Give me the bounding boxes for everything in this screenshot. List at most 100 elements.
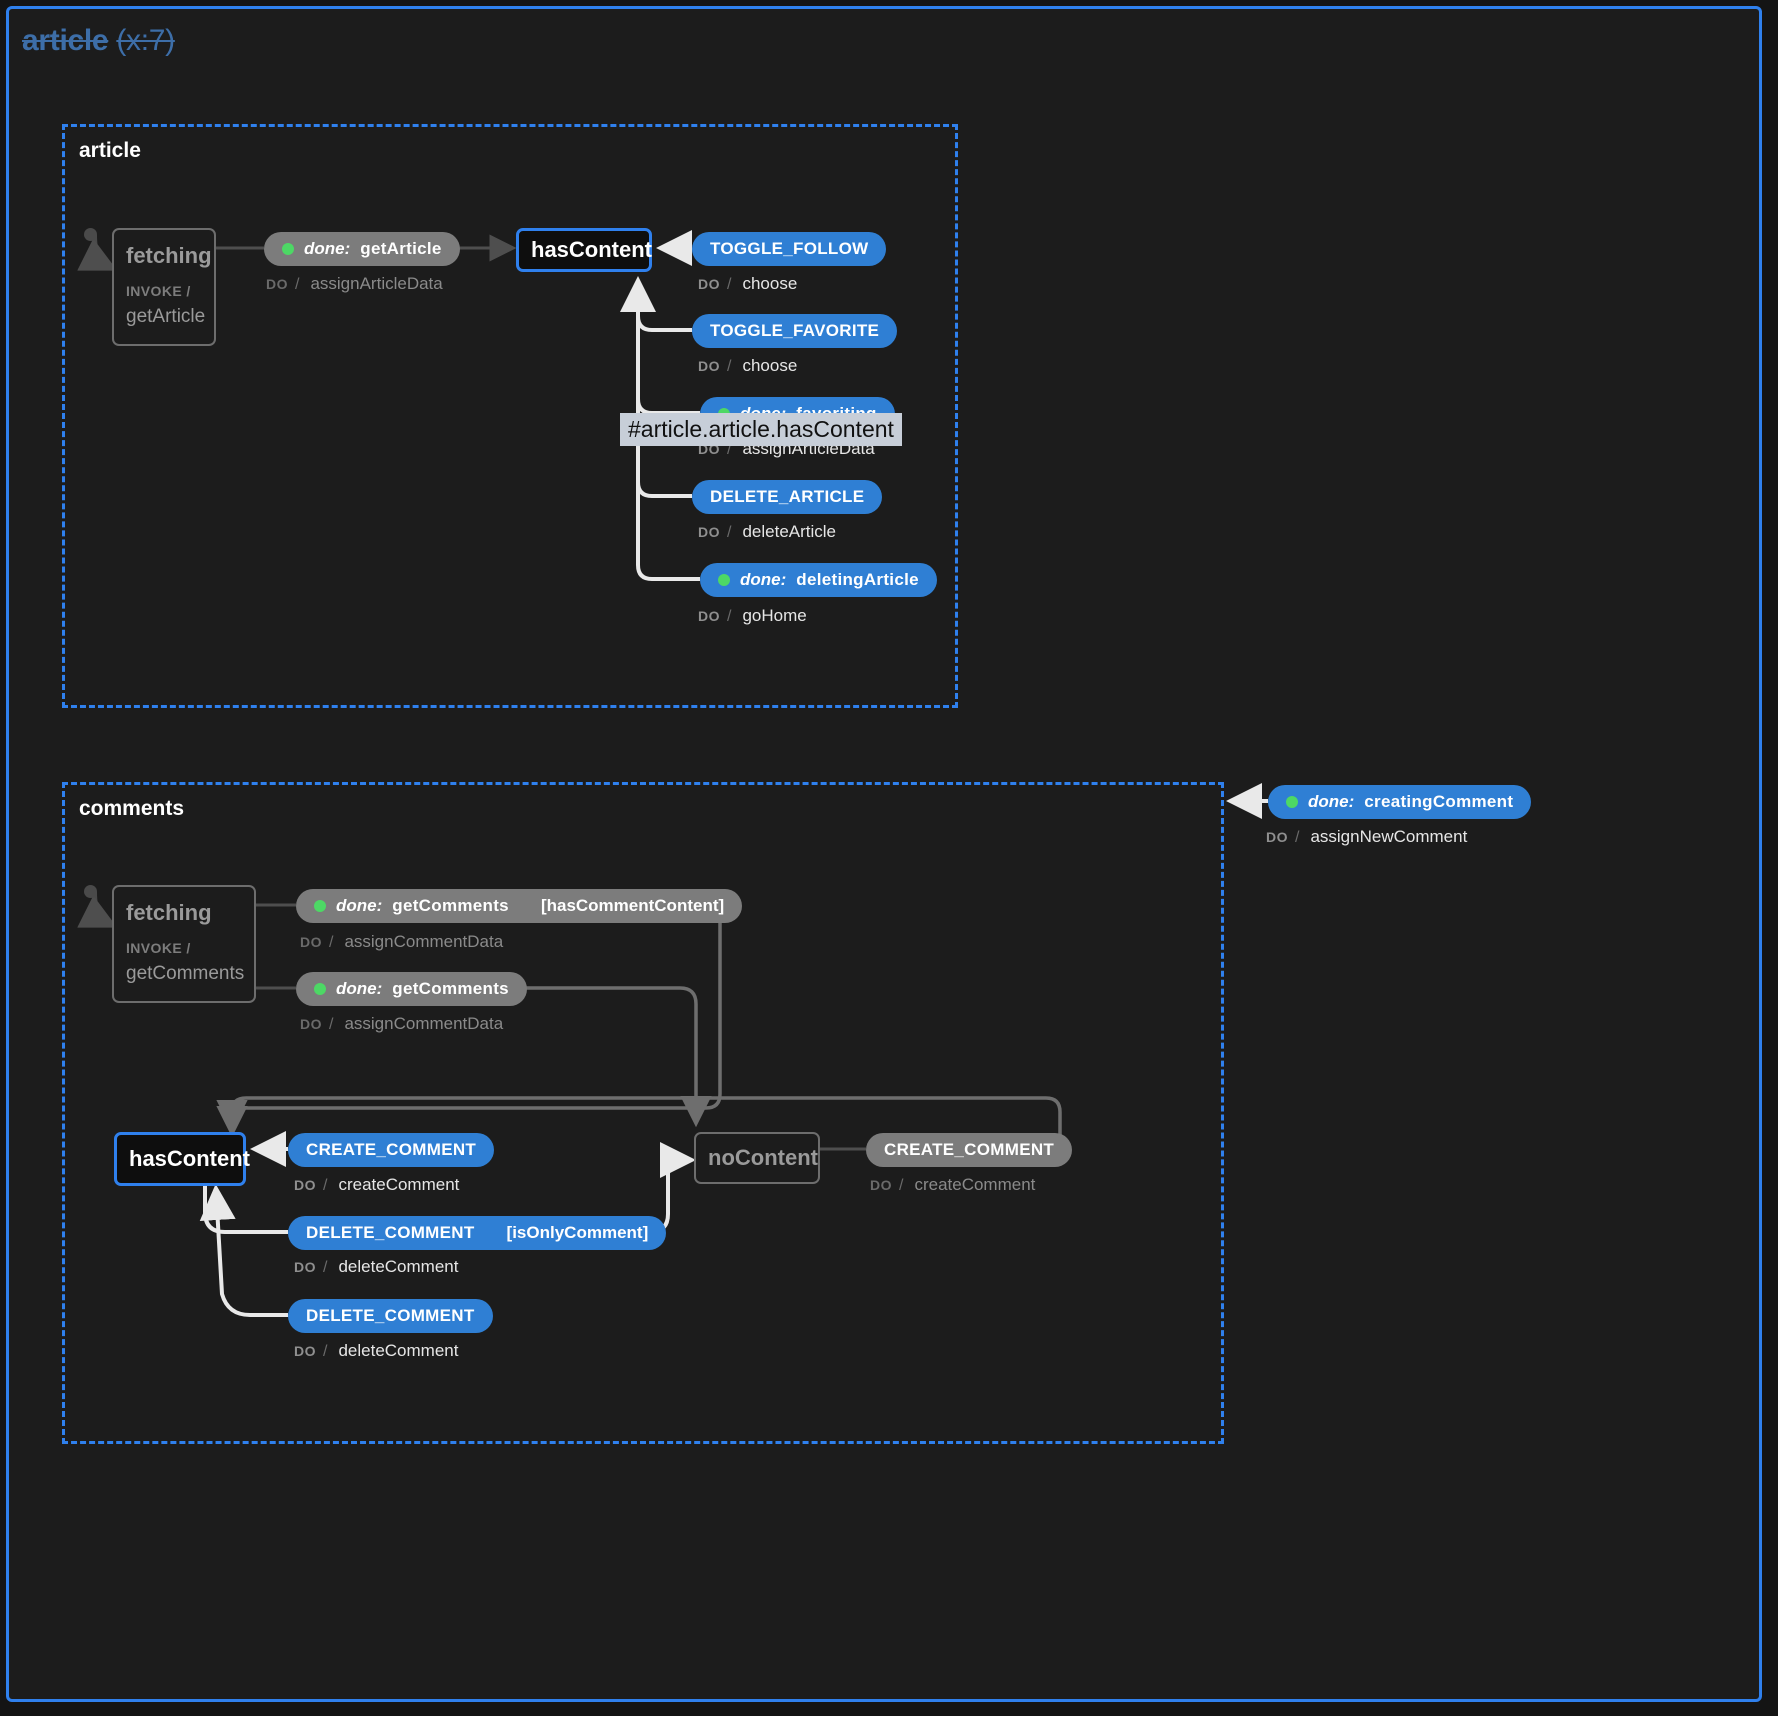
action-slash: / (1295, 829, 1300, 846)
state-id-tooltip: #article.article.hasContent (620, 413, 902, 446)
do-keyword: DO (698, 358, 720, 374)
event-label: getComments (392, 896, 509, 915)
done-keyword: done: (1308, 792, 1355, 811)
state-node-article-hascontent[interactable]: hasContent (516, 228, 652, 272)
event-done-getcomments[interactable]: done: getComments (296, 972, 527, 1006)
state-name: fetching (126, 899, 212, 925)
action-name: deleteComment (338, 1341, 459, 1360)
action-slash: / (323, 1177, 328, 1194)
state-node-comments-fetching[interactable]: fetching INVOKE / getComments (112, 885, 256, 1003)
event-create-comment[interactable]: CREATE_COMMENT (288, 1133, 495, 1167)
event-delete-comment-guarded[interactable]: DELETE_COMMENT [isOnlyComment] (288, 1216, 667, 1250)
event-label: getComments (392, 979, 509, 998)
state-name: hasContent (531, 237, 652, 262)
event-delete-article[interactable]: DELETE_ARTICLE (692, 480, 883, 514)
guard-label: [hasCommentContent] (540, 896, 725, 915)
initial-state-marker-comments (84, 885, 97, 898)
action-name: assignCommentData (344, 932, 504, 951)
action-slash: / (295, 276, 300, 293)
done-keyword: done: (304, 239, 351, 258)
machine-title-count: (x:7) (116, 24, 175, 57)
event-create-comment-nocontent[interactable]: CREATE_COMMENT (866, 1133, 1073, 1167)
state-node-article-fetching[interactable]: fetching INVOKE / getArticle (112, 228, 216, 346)
done-keyword: done: (336, 896, 383, 915)
invoke-source: getComments (126, 963, 245, 984)
state-node-comments-hascontent[interactable]: hasContent (114, 1132, 250, 1186)
do-keyword: DO (870, 1177, 892, 1193)
action-slash: / (727, 358, 732, 375)
action-deletearticle: DO / deleteArticle (698, 522, 836, 542)
initial-state-marker-article (84, 228, 97, 241)
action-name: assignNewComment (1310, 827, 1468, 846)
action-name: choose (742, 274, 798, 293)
action-assigncommentdata: DO / assignCommentData (300, 1014, 503, 1034)
action-assignarticledata: DO / assignArticleData (266, 274, 443, 294)
action-slash: / (727, 276, 732, 293)
invoke-keyword: INVOKE / (126, 282, 191, 299)
action-choose-follow: DO / choose (698, 274, 797, 294)
do-keyword: DO (1266, 829, 1288, 845)
state-name: fetching (126, 242, 212, 268)
event-done-getcomments-guarded[interactable]: done: getComments [hasCommentContent] (296, 889, 743, 923)
do-keyword: DO (300, 1016, 322, 1032)
action-createcomment-nocontent: DO / createComment (870, 1175, 1035, 1195)
done-indicator-icon (718, 574, 730, 586)
done-indicator-icon (314, 900, 326, 912)
action-name: createComment (914, 1175, 1036, 1194)
region-comments[interactable]: comments (62, 782, 1224, 1444)
action-slash: / (329, 934, 334, 951)
action-slash: / (329, 1016, 334, 1033)
event-label: DELETE_COMMENT (306, 1223, 475, 1242)
event-done-deletingarticle[interactable]: done: deletingArticle (700, 563, 937, 597)
event-done-creatingcomment[interactable]: done: creatingComment (1268, 785, 1532, 819)
event-label: CREATE_COMMENT (306, 1140, 477, 1159)
event-label: deletingArticle (796, 570, 919, 589)
action-createcomment: DO / createComment (294, 1175, 459, 1195)
action-choose-favorite: DO / choose (698, 356, 797, 376)
state-name: noContent (708, 1145, 818, 1170)
do-keyword: DO (294, 1177, 316, 1193)
action-deletecomment: DO / deleteComment (294, 1341, 458, 1361)
state-invoke: INVOKE / getArticle (126, 281, 206, 332)
state-name: hasContent (129, 1146, 250, 1171)
action-slash: / (323, 1259, 328, 1276)
do-keyword: DO (698, 608, 720, 624)
action-name: createComment (338, 1175, 460, 1194)
state-invoke: INVOKE / getComments (126, 938, 245, 989)
action-name: deleteArticle (742, 522, 837, 541)
do-keyword: DO (300, 934, 322, 950)
do-keyword: DO (294, 1259, 316, 1275)
action-name: assignCommentData (344, 1014, 504, 1033)
action-slash: / (727, 608, 732, 625)
region-comments-title: comments (79, 797, 185, 820)
event-done-getarticle[interactable]: done: getArticle (264, 232, 460, 266)
event-toggle-favorite[interactable]: TOGGLE_FAVORITE (692, 314, 898, 348)
do-keyword: DO (698, 524, 720, 540)
action-name: goHome (742, 606, 807, 625)
statechart-canvas: article (x:7) article fetching INVOKE / … (0, 0, 1778, 1716)
event-label: CREATE_COMMENT (884, 1140, 1055, 1159)
event-toggle-follow[interactable]: TOGGLE_FOLLOW (692, 232, 887, 266)
action-gohome: DO / goHome (698, 606, 807, 626)
state-node-comments-nocontent[interactable]: noContent (694, 1132, 820, 1184)
done-keyword: done: (740, 570, 787, 589)
action-name: choose (742, 356, 798, 375)
done-keyword: done: (336, 979, 383, 998)
done-indicator-icon (282, 243, 294, 255)
action-name: assignArticleData (310, 274, 443, 293)
event-delete-comment[interactable]: DELETE_COMMENT (288, 1299, 493, 1333)
event-label: DELETE_COMMENT (306, 1306, 475, 1325)
invoke-source: getArticle (126, 306, 206, 327)
do-keyword: DO (266, 276, 288, 292)
event-label: creatingComment (1364, 792, 1514, 811)
action-slash: / (727, 524, 732, 541)
action-assignnewcomment: DO / assignNewComment (1266, 827, 1467, 847)
event-label: getArticle (360, 239, 442, 258)
event-label: DELETE_ARTICLE (710, 487, 865, 506)
action-name: deleteComment (338, 1257, 459, 1276)
region-article-title: article (79, 139, 141, 162)
done-indicator-icon (314, 983, 326, 995)
machine-title-text: article (22, 24, 109, 57)
action-slash: / (899, 1177, 904, 1194)
do-keyword: DO (294, 1343, 316, 1359)
